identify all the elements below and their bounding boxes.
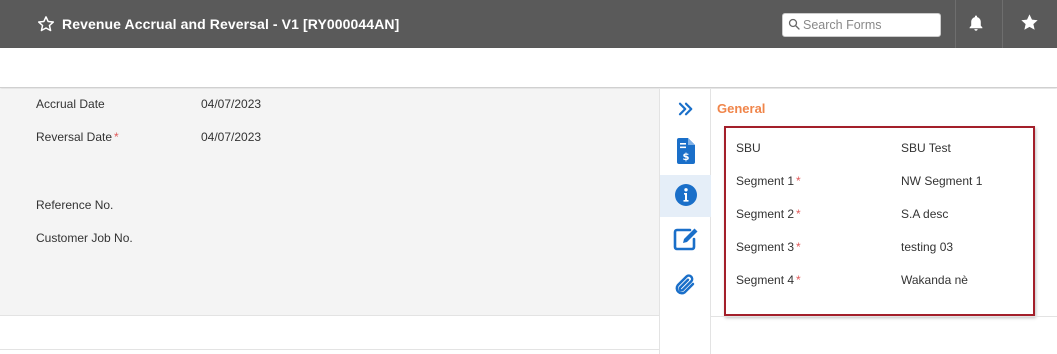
paperclip-icon — [674, 272, 698, 301]
sbu-label: SBU — [736, 141, 761, 155]
svg-text:$: $ — [682, 152, 689, 163]
star-icon — [1020, 13, 1039, 35]
search-icon — [788, 18, 800, 33]
footer-divider — [0, 349, 659, 350]
customer-job-no-label: Customer Job No. — [36, 231, 133, 245]
required-marker: * — [796, 174, 801, 188]
app-header: Revenue Accrual and Reversal - V1 [RY000… — [0, 0, 1057, 48]
search-forms-input[interactable] — [803, 18, 933, 32]
bell-icon — [967, 14, 985, 35]
segment-2-value[interactable]: S.A desc — [901, 207, 948, 221]
reference-no-label: Reference No. — [36, 198, 114, 212]
general-section-title: General — [717, 101, 766, 116]
form-footer — [0, 315, 659, 354]
general-fields-box: SBU SBU Test Segment 1 * NW Segment 1 Seg… — [724, 126, 1035, 316]
side-icon-rail: $ — [659, 89, 711, 354]
segment-2-label: Segment 2 * — [736, 207, 801, 221]
favorite-star-icon[interactable] — [37, 14, 57, 34]
required-marker: * — [796, 273, 801, 287]
header-divider — [1002, 0, 1003, 48]
segment-4-value[interactable]: Wakanda nè — [901, 273, 968, 287]
required-marker: * — [114, 130, 119, 144]
reversal-date-value[interactable]: 04/07/2023 — [201, 130, 261, 144]
form-main-panel: Accrual Date 04/07/2023 Reversal Date * 0… — [0, 89, 659, 315]
attachments-button[interactable] — [660, 265, 711, 307]
accrual-date-label: Accrual Date — [36, 97, 105, 111]
double-chevron-right-icon — [677, 100, 695, 121]
required-marker: * — [796, 207, 801, 221]
panel-divider — [711, 316, 1057, 317]
invoice-button[interactable]: $ — [660, 131, 711, 173]
segment-3-value[interactable]: testing 03 — [901, 240, 953, 254]
collapse-panel-button[interactable] — [660, 89, 711, 131]
required-marker: * — [796, 240, 801, 254]
general-panel: General SBU SBU Test Segment 1 * NW Segme… — [711, 89, 1057, 354]
accrual-date-value[interactable]: 04/07/2023 — [201, 97, 261, 111]
edit-button[interactable] — [660, 219, 711, 261]
form-toolbar — [0, 48, 1057, 88]
page-title: Revenue Accrual and Reversal - V1 [RY000… — [62, 16, 400, 32]
segment-3-label: Segment 3 * — [736, 240, 801, 254]
favorites-button[interactable] — [1009, 0, 1049, 48]
notifications-button[interactable] — [956, 0, 996, 48]
general-info-button[interactable] — [660, 175, 711, 217]
segment-1-label: Segment 1 * — [736, 174, 801, 188]
title-area: Revenue Accrual and Reversal - V1 [RY000… — [37, 0, 399, 48]
search-forms-box[interactable] — [782, 13, 941, 37]
info-icon — [674, 183, 698, 210]
sbu-value[interactable]: SBU Test — [901, 141, 951, 155]
segment-4-label: Segment 4 * — [736, 273, 801, 287]
segment-1-value[interactable]: NW Segment 1 — [901, 174, 982, 188]
edit-icon — [673, 227, 699, 254]
reversal-date-label: Reversal Date * — [36, 130, 119, 144]
invoice-dollar-icon: $ — [676, 137, 696, 167]
